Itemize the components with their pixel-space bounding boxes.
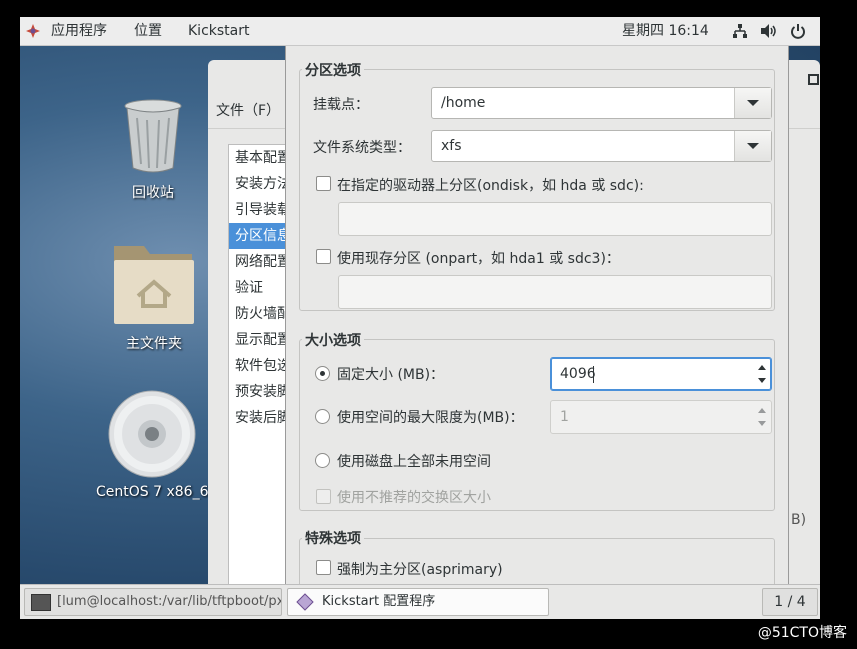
recommended-swap-label: 使用不推荐的交换区大小 <box>337 490 491 506</box>
applications-icon[interactable] <box>26 24 40 38</box>
workspace-indicator: 1 / 4 <box>774 594 806 610</box>
asprimary-checkbox[interactable] <box>316 560 331 575</box>
category-item[interactable]: 引导装载 <box>229 197 289 223</box>
fixed-size-label[interactable]: 固定大小 (MB)： <box>337 364 444 384</box>
grow-max-value: 1 <box>560 409 569 425</box>
ondisk-label[interactable]: 在指定的驱动器上分区(ondisk，如 hda 或 sdc): <box>337 175 644 195</box>
spin-up-icon <box>758 408 766 413</box>
size-options-title: 大小选项 <box>302 330 364 350</box>
bottom-taskbar: [lum@localhost:/var/lib/tftpboot/px... K… <box>20 584 820 619</box>
spin-down-icon <box>758 421 766 426</box>
grow-max-radio[interactable] <box>315 409 330 424</box>
category-item[interactable]: 验证 <box>229 275 289 301</box>
grow-max-label[interactable]: 使用空间的最大限度为(MB)： <box>337 407 524 427</box>
fill-disk-radio[interactable] <box>315 453 330 468</box>
workspace-switcher[interactable]: 1 / 4 <box>762 588 818 616</box>
applications-menu[interactable]: 应用程序 <box>51 17 107 45</box>
chevron-down-icon <box>747 100 759 106</box>
power-icon[interactable] <box>790 23 806 39</box>
fixed-size-radio[interactable] <box>315 366 330 381</box>
mount-point-dropdown-button[interactable] <box>734 88 771 118</box>
category-item[interactable]: 预安装脚 <box>229 379 289 405</box>
category-item[interactable]: 软件包选 <box>229 353 289 379</box>
fixed-size-value: 4096 <box>560 366 596 382</box>
trash-icon[interactable] <box>121 98 185 174</box>
watermark: @51CTO博客 <box>757 625 847 641</box>
terminal-task-button[interactable]: [lum@localhost:/var/lib/tftpboot/px... <box>24 588 282 616</box>
fstype-dropdown-button[interactable] <box>734 131 771 161</box>
volume-icon[interactable] <box>760 23 778 39</box>
kickstart-icon <box>296 593 314 611</box>
fixed-size-spinner[interactable]: 4096 <box>550 357 772 391</box>
category-item[interactable]: 安装后脚 <box>229 405 289 431</box>
home-folder-label: 主文件夹 <box>126 336 182 352</box>
grow-max-stepper <box>753 401 771 433</box>
dvd-icon[interactable] <box>108 390 196 478</box>
fstype-label: 文件系统类型： <box>313 140 411 156</box>
asprimary-label[interactable]: 强制为主分区(asprimary) <box>337 559 503 579</box>
active-app-menu[interactable]: Kickstart <box>188 17 249 45</box>
onpart-checkbox[interactable] <box>316 249 331 264</box>
network-icon[interactable] <box>732 23 748 39</box>
spin-down-icon[interactable] <box>758 378 766 383</box>
grow-max-spinner: 1 <box>550 400 772 434</box>
special-options-title: 特殊选项 <box>302 528 364 548</box>
right-partial-text: B) <box>791 512 807 528</box>
trash-label: 回收站 <box>132 185 174 201</box>
text-cursor <box>593 366 594 383</box>
recommended-swap-checkbox <box>316 489 331 504</box>
category-item[interactable]: 网络配置 <box>229 249 289 275</box>
fixed-size-stepper[interactable] <box>753 358 771 390</box>
category-item[interactable]: 基本配置 <box>229 145 289 171</box>
ondisk-input[interactable] <box>338 202 772 236</box>
spin-up-icon[interactable] <box>758 365 766 370</box>
partition-options-title: 分区选项 <box>302 60 364 80</box>
ondisk-checkbox[interactable] <box>316 176 331 191</box>
kickstart-task-button[interactable]: Kickstart 配置程序 <box>287 588 549 616</box>
onpart-input[interactable] <box>338 275 772 309</box>
mount-point-label: 挂载点： <box>313 97 369 113</box>
dvd-label: CentOS 7 x86_64 <box>96 484 208 500</box>
kickstart-task-label: Kickstart 配置程序 <box>322 594 436 609</box>
places-menu[interactable]: 位置 <box>134 17 162 45</box>
home-folder-icon[interactable] <box>112 242 196 326</box>
clock[interactable]: 星期四 16:14 <box>622 17 709 45</box>
mount-point-value: /home <box>441 95 486 111</box>
file-menu[interactable]: 文件（F） <box>216 100 280 120</box>
fstype-combo[interactable]: xfs <box>431 130 772 162</box>
terminal-task-label: [lum@localhost:/var/lib/tftpboot/px... <box>57 594 282 609</box>
fstype-value: xfs <box>441 138 462 154</box>
mount-point-combo[interactable]: /home <box>431 87 772 119</box>
chevron-down-icon <box>747 143 759 149</box>
close-icon[interactable] <box>808 74 819 85</box>
fill-disk-label[interactable]: 使用磁盘上全部未用空间 <box>337 451 491 471</box>
category-item[interactable]: 安装方法 <box>229 171 289 197</box>
terminal-icon <box>31 594 51 611</box>
partition-options-dialog: 分区选项 挂载点： /home 文件系统类型： xfs 在指定的驱动器上分区(o… <box>285 46 789 584</box>
category-list[interactable]: 基本配置 安装方法 引导装载 分区信息 网络配置 验证 防火墙配 显示配置 软件… <box>228 144 290 586</box>
onpart-label[interactable]: 使用现存分区 (onpart，如 hda1 或 sdc3)： <box>337 248 620 268</box>
category-item-selected[interactable]: 分区信息 <box>229 223 289 249</box>
top-panel: 应用程序 位置 Kickstart 星期四 16:14 <box>20 17 820 46</box>
category-item[interactable]: 防火墙配 <box>229 301 289 327</box>
category-item[interactable]: 显示配置 <box>229 327 289 353</box>
